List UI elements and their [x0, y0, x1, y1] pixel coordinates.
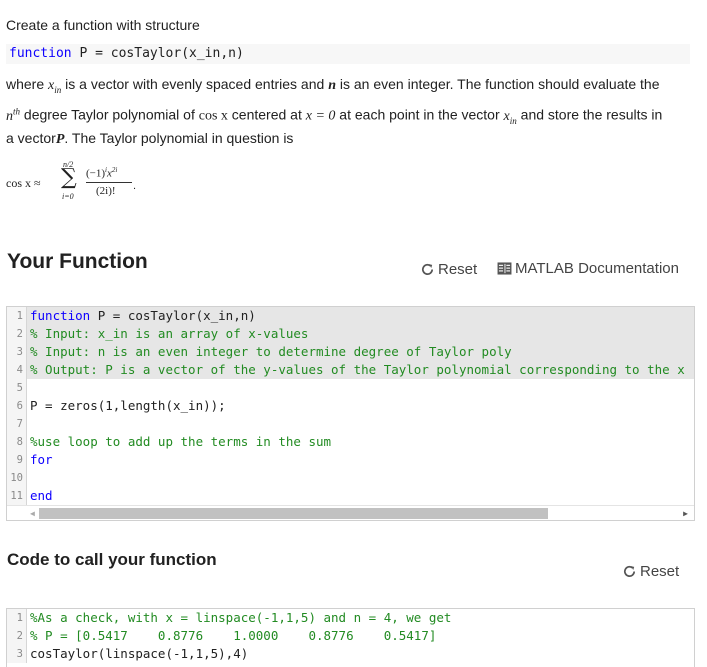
text-fragment: centered at: [227, 106, 306, 123]
code-line[interactable]: 2% Input: x_in is an array of x-values: [7, 325, 694, 343]
code-line[interactable]: 5: [7, 379, 694, 397]
matlab-documentation-link[interactable]: MATLAB Documentation: [497, 260, 679, 277]
line-number: 3: [7, 343, 27, 361]
function-signature: function P = cosTaylor(x_in,n): [6, 44, 690, 64]
code-text: P = cosTaylor(x_in,n): [90, 308, 256, 323]
code-text: P = zeros(1,length(x_in));: [30, 398, 226, 413]
text-fragment: and store the results in: [516, 106, 663, 123]
formula-num-base: (−1): [86, 167, 106, 180]
reset-icon: [421, 263, 434, 275]
math-n: n: [328, 78, 336, 93]
code-text: cosTaylor(linspace(-1,1,5),4): [30, 646, 249, 661]
scroll-left-icon[interactable]: ◀: [30, 509, 35, 518]
code-keyword: end: [30, 488, 53, 503]
formula-sum-lower: i=0: [62, 192, 74, 201]
line-number: 6: [7, 397, 27, 415]
formula-numerator: (−1)ix2i: [86, 166, 117, 180]
horizontal-scrollbar[interactable]: ◀ ▶: [7, 505, 694, 520]
code-keyword: function: [30, 308, 91, 323]
your-function-title: Your Function: [7, 250, 148, 273]
text-fragment: is a vector with evenly spaced entries a…: [61, 76, 329, 92]
prompt-line-3: where xin is a vector with evenly spaced…: [6, 75, 660, 99]
sigma-icon: ∑: [61, 165, 77, 190]
text-fragment: at each point in the vector: [335, 106, 504, 123]
code-comment: % P = [0.5417 0.8776 1.0000 0.8776 0.541…: [30, 628, 437, 643]
code-comment: %use loop to add up the terms in the sum: [30, 434, 332, 449]
prompt-line-4: nth degree Taylor polynomial of cos x ce…: [6, 102, 662, 129]
math-sub-in: in: [509, 115, 517, 126]
line-number: 7: [7, 415, 27, 433]
text-fragment: a vector: [6, 130, 56, 146]
line-number: 2: [7, 325, 27, 343]
math-nth: nth: [6, 106, 21, 124]
code-keyword: for: [30, 452, 53, 467]
code-line[interactable]: 11 end: [7, 487, 694, 505]
text-fragment: where: [6, 76, 49, 92]
formula-lhs: cos x ≈: [6, 176, 41, 190]
math-sup-th: th: [13, 106, 21, 116]
code-comment: % Output: P is a vector of the y-values …: [30, 362, 685, 377]
code-comment: % Input: x_in is an array of x-values: [30, 326, 309, 341]
call-function-title: Code to call your function: [7, 550, 217, 569]
taylor-formula: cos x ≈ n/2 ∑ i=0 (−1)ix2i (2i)! .: [6, 160, 146, 208]
text-fragment: degree Taylor polynomial of: [20, 106, 199, 123]
line-number: 1: [7, 307, 27, 325]
code-comment: %As a check, with x = linspace(-1,1,5) a…: [30, 610, 452, 625]
line-number: 5: [7, 379, 27, 397]
scrollbar-thumb[interactable]: [38, 507, 548, 519]
code-line[interactable]: 8 %use loop to add up the terms in the su…: [7, 433, 694, 451]
code-line[interactable]: 1 function P = cosTaylor(x_in,n): [7, 307, 694, 325]
documentation-label: MATLAB Documentation: [515, 260, 679, 277]
reset-label: Reset: [438, 261, 478, 278]
code-line[interactable]: 9 for: [7, 451, 694, 469]
formula-num-x-exp: 2i: [111, 166, 118, 174]
signature-text: P = cosTaylor(x_in,n): [71, 46, 244, 61]
scroll-right-icon[interactable]: ▶: [683, 509, 688, 518]
reset-label: Reset: [640, 563, 680, 580]
code-line[interactable]: 4% Output: P is a vector of the y-values…: [7, 361, 694, 379]
editor-lines[interactable]: 1 function P = cosTaylor(x_in,n) 2% Input…: [7, 307, 694, 505]
code-line[interactable]: 3 cosTaylor(linspace(-1,1,5),4): [7, 645, 694, 663]
fraction-bar: [86, 182, 132, 183]
line-number: 11: [7, 487, 27, 505]
reset-icon: [623, 565, 636, 577]
documentation-icon: [497, 262, 512, 275]
code-line[interactable]: 2% P = [0.5417 0.8776 1.0000 0.8776 0.54…: [7, 627, 694, 645]
line-number: 9: [7, 451, 27, 469]
formula-period: .: [133, 180, 137, 192]
function-code-editor[interactable]: 1 function P = cosTaylor(x_in,n) 2% Input…: [6, 306, 695, 521]
math-cosx: cos x: [198, 108, 228, 124]
code-line[interactable]: 7: [7, 415, 694, 433]
line-number: 2: [7, 627, 27, 645]
math-x-in: xin: [504, 109, 517, 126]
code-line[interactable]: 10: [7, 469, 694, 487]
text-fragment: is an even integer. The function should …: [335, 76, 660, 92]
math-n: n: [6, 108, 13, 124]
text-fragment: . The Taylor polynomial in question is: [64, 130, 294, 146]
math-x-eq-0: x = 0: [305, 108, 336, 124]
call-code-editor[interactable]: 1 %As a check, with x = linspace(-1,1,5) …: [6, 608, 695, 667]
code-line[interactable]: 1 %As a check, with x = linspace(-1,1,5) …: [7, 609, 694, 627]
line-number: 10: [7, 469, 27, 487]
signature-keyword: function: [9, 46, 72, 61]
line-number: 3: [7, 645, 27, 663]
code-comment: % Input: n is an even integer to determi…: [30, 344, 512, 359]
call-reset-button[interactable]: Reset: [622, 563, 679, 580]
line-number: 1: [7, 609, 27, 627]
formula-denominator: (2i)!: [96, 185, 116, 197]
prompt-intro: Create a function with structure: [6, 17, 200, 33]
code-line[interactable]: 3% Input: n is an even integer to determ…: [7, 343, 694, 361]
prompt-line-5: a vectorP. The Taylor polynomial in ques…: [6, 129, 293, 149]
code-line[interactable]: 6P = zeros(1,length(x_in));: [7, 397, 694, 415]
math-x-in: xin: [48, 78, 61, 95]
reset-button[interactable]: Reset: [420, 261, 477, 278]
line-number: 4: [7, 361, 27, 379]
line-number: 8: [7, 433, 27, 451]
